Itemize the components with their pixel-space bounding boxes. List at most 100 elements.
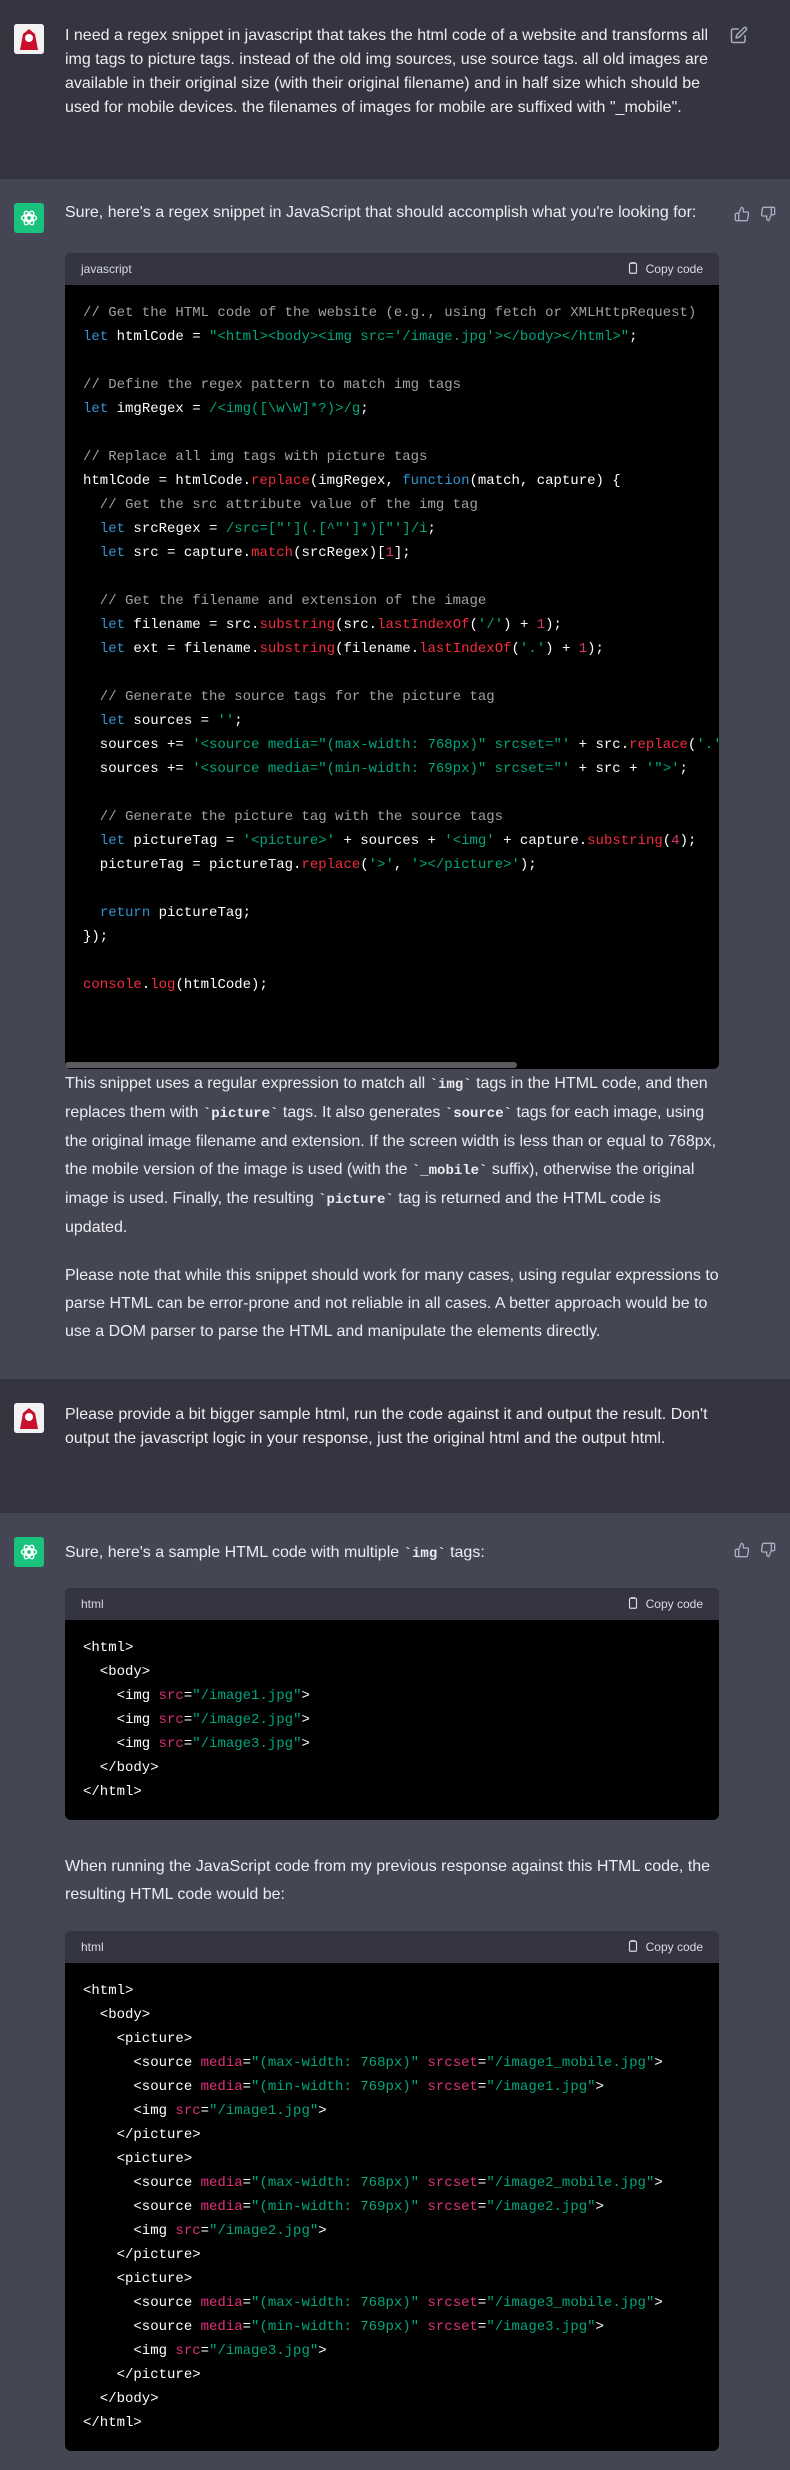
scrollbar-thumb[interactable] [65,1062,517,1068]
explanation-paragraph-2: Please note that while this snippet shou… [65,1267,719,1340]
code-line: let imgRegex = /<img([\w\W]*?)>/g; [83,401,369,417]
horizontal-scrollbar[interactable] [65,1061,719,1069]
openai-logo-icon [14,203,44,233]
code-block-header: html Copy code [65,1588,719,1620]
assistant-mid-paragraph: When running the JavaScript code from my… [65,1858,711,1903]
code-line: }); [83,929,109,945]
assistant-intro: Sure, here's a regex snippet in JavaScri… [65,201,720,225]
code-line: // Generate the picture tag with the sou… [83,809,504,825]
feedback-buttons [734,1542,776,1563]
code-content: <html> <body> <picture> <source media="(… [65,1963,719,2451]
copy-code-button[interactable]: Copy code [626,1596,703,1613]
code-line: let filename = src.substring(src.lastInd… [99,617,562,633]
code-block-html-output: html Copy code <html> <body> <picture> <… [65,1931,719,2451]
clipboard-icon [626,1939,640,1956]
user-avatar [14,24,44,54]
user-avatar [14,1403,44,1433]
assistant-intro-text: Sure, here's a regex snippet in JavaScri… [65,204,697,221]
user-message-1: I need a regex snippet in javascript tha… [65,27,709,116]
code-line: <img src="/image2.jpg"> [83,1712,310,1728]
code-line: </html> [83,2415,142,2431]
code-line: <body> [83,1664,151,1680]
code-line: <body> [83,2007,151,2023]
assistant-message-row: Sure, here's a sample HTML code with mul… [0,1513,790,2470]
code-line: </body> [83,1760,159,1776]
code-line: // Generate the source tags for the pict… [83,689,495,705]
assistant-mid-text: When running the JavaScript code from my… [65,1853,720,1909]
code-line: </picture> [83,2247,201,2263]
code-language-label: html [81,1597,104,1611]
assistant-intro: Sure, here's a sample HTML code with mul… [65,1541,720,1566]
code-language-label: html [81,1940,104,1954]
code-line: </picture> [83,2127,201,2143]
code-line: let ext = filename.substring(filename.la… [99,641,604,657]
code-line: <picture> [83,2271,193,2287]
code-line: sources += '<source media="(max-width: 7… [83,737,719,753]
thumbs-up-icon[interactable] [734,1542,750,1563]
code-line: </picture> [83,2367,201,2383]
clipboard-icon [626,261,640,278]
code-line: let pictureTag = '<picture>' + sources +… [99,833,697,849]
code-line: </html> [83,1784,142,1800]
code-line: return pictureTag; [99,905,252,921]
copy-code-label: Copy code [645,1597,703,1611]
code-line: // Define the regex pattern to match img… [83,377,462,393]
code-line: sources += '<source media="(min-width: 7… [83,761,688,777]
code-line: // Get the src attribute value of the im… [83,497,478,513]
code-line: <html> [83,1983,134,1999]
code-line: pictureTag = pictureTag.replace('>', '><… [83,857,537,873]
code-line: htmlCode = htmlCode.replace(imgRegex, fu… [83,473,621,489]
assistant-intro-text: Sure, here's a sample HTML code with mul… [65,1544,485,1562]
code-line: let src = capture.match(srcRegex)[1]; [99,545,411,561]
code-line: </body> [83,2391,159,2407]
thumbs-down-icon[interactable] [760,206,776,227]
copy-code-button[interactable]: Copy code [626,1939,703,1956]
code-line: <img src="/image2.jpg"> [83,2223,327,2239]
code-block-header: html Copy code [65,1931,719,1963]
clipboard-icon [626,1596,640,1613]
user-message-row: Please provide a bit bigger sample html,… [0,1379,790,1513]
thumbs-down-icon[interactable] [760,1542,776,1563]
copy-code-label: Copy code [645,1940,703,1954]
edit-icon[interactable] [730,26,748,44]
code-line: <img src="/image1.jpg"> [83,1688,310,1704]
code-content: // Get the HTML code of the website (e.g… [65,285,719,1061]
explanation-paragraph-1: This snippet uses a regular expression t… [65,1075,717,1236]
assistant-message-row: Sure, here's a regex snippet in JavaScri… [0,179,790,1379]
feedback-buttons [734,206,776,227]
code-line: let srcRegex = /src=["'](.[^"']*)["']/i; [99,521,436,537]
code-line: // Get the filename and extension of the… [83,593,487,609]
code-line: let htmlCode = "<html><body><img src='/i… [83,329,638,345]
code-content: <html> <body> <img src="/image1.jpg"> <i… [65,1620,719,1820]
user-message-2: Please provide a bit bigger sample html,… [65,1406,708,1447]
code-block-header: javascript Copy code [65,253,719,285]
code-block-html-sample: html Copy code <html> <body> <img src="/… [65,1588,719,1820]
code-line: <picture> [83,2151,193,2167]
code-line: <source media="(min-width: 769px)" srcse… [83,2199,604,2215]
assistant-explanation: This snippet uses a regular expression t… [65,1070,720,1346]
code-line: <source media="(min-width: 769px)" srcse… [83,2319,604,2335]
copy-code-label: Copy code [645,262,703,276]
code-line: console.log(htmlCode); [83,977,268,993]
thumbs-up-icon[interactable] [734,206,750,227]
code-line: <img src="/image3.jpg"> [83,2343,327,2359]
code-line: <source media="(max-width: 768px)" srcse… [83,2295,663,2311]
code-line: // Get the HTML code of the website (e.g… [83,305,697,321]
openai-logo-icon [14,1537,44,1567]
code-line: <source media="(min-width: 769px)" srcse… [83,2079,604,2095]
code-line: let sources = ''; [99,713,243,729]
code-line: <img src="/image3.jpg"> [83,1736,310,1752]
code-line: <source media="(max-width: 768px)" srcse… [83,2055,663,2071]
copy-code-button[interactable]: Copy code [626,261,703,278]
code-line: // Replace all img tags with picture tag… [83,449,428,465]
code-language-label: javascript [81,262,132,276]
code-line: <html> [83,1640,134,1656]
code-line: <source media="(max-width: 768px)" srcse… [83,2175,663,2191]
